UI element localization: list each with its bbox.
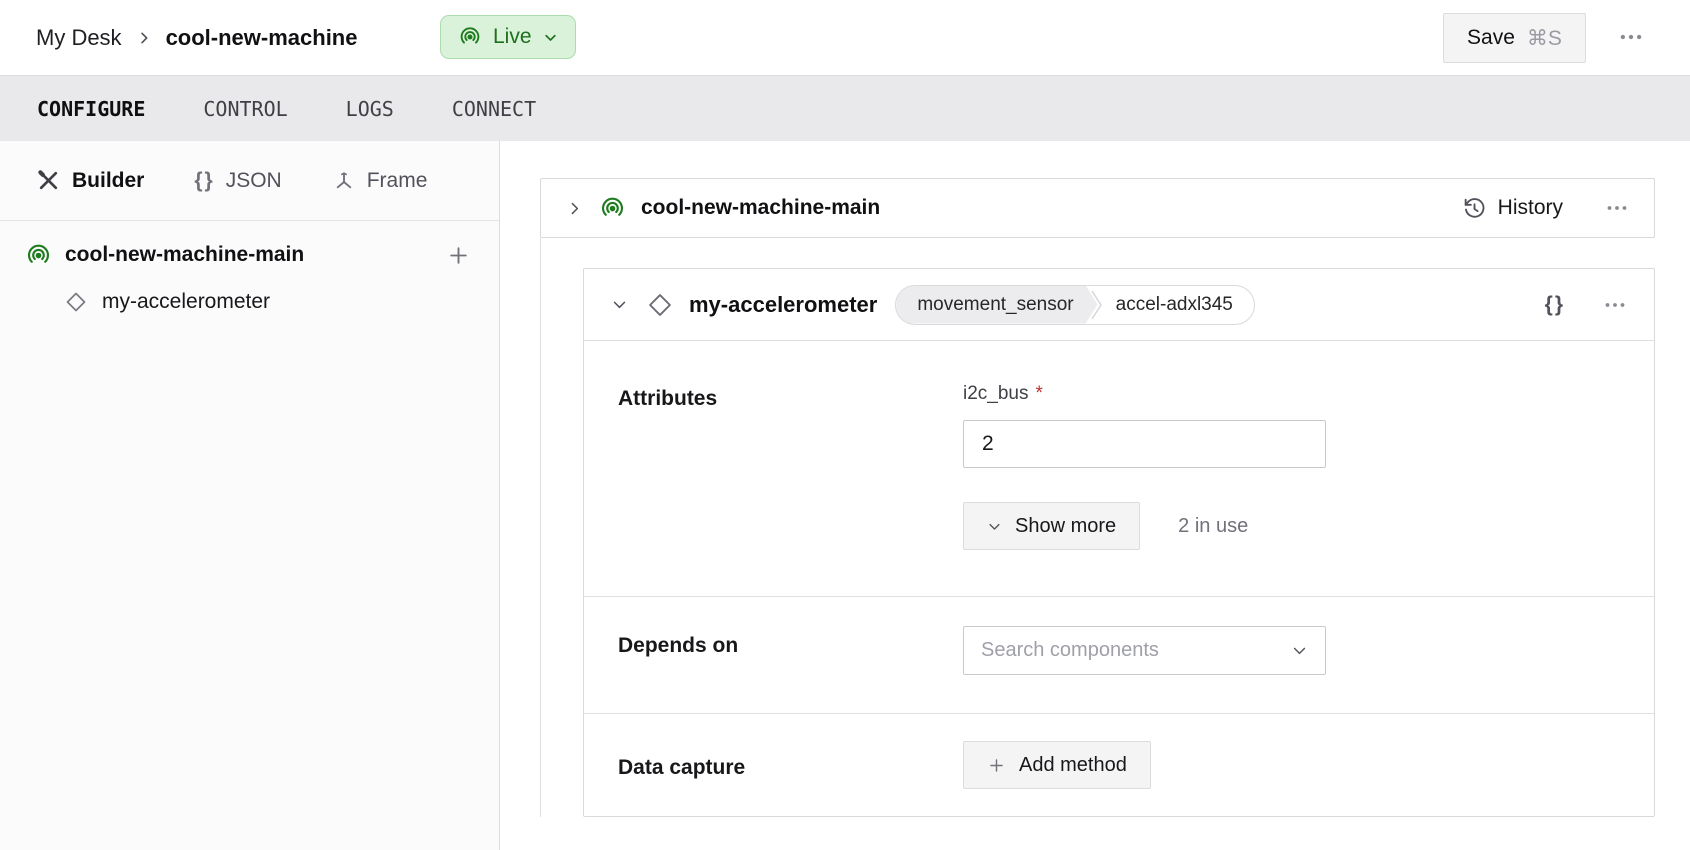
add-method-label: Add method xyxy=(1019,754,1127,777)
viewtab-builder-label: Builder xyxy=(72,169,144,193)
live-status-dropdown[interactable]: Live xyxy=(440,15,576,59)
viewtab-frame-label: Frame xyxy=(367,169,428,193)
viewtab-json-label: JSON xyxy=(226,169,282,193)
depends-on-placeholder: Search components xyxy=(981,639,1159,662)
tab-control[interactable]: CONTROL xyxy=(203,97,287,121)
diamond-icon xyxy=(646,291,674,319)
tree-connector-line xyxy=(540,238,541,817)
show-more-button[interactable]: Show more xyxy=(963,502,1140,550)
component-card: my-accelerometer movement_sensor accel-a… xyxy=(583,268,1655,817)
collapse-chevron-down-icon[interactable] xyxy=(611,296,628,313)
i2c-bus-input[interactable] xyxy=(963,420,1326,468)
badge-model-label: accel-adxl345 xyxy=(1103,294,1254,316)
broadcast-icon xyxy=(599,195,626,222)
tree-item-accelerometer[interactable]: my-accelerometer xyxy=(0,279,499,325)
show-more-label: Show more xyxy=(1015,515,1116,538)
tree-machine-label: cool-new-machine-main xyxy=(65,243,304,267)
tree-accelerometer-label: my-accelerometer xyxy=(102,290,270,314)
breadcrumb-current: cool-new-machine xyxy=(166,25,358,51)
tab-connect[interactable]: CONNECT xyxy=(452,97,536,121)
depends-on-label: Depends on xyxy=(618,597,963,713)
add-method-button[interactable]: Add method xyxy=(963,741,1151,789)
component-type-badge: movement_sensor accel-adxl345 xyxy=(895,285,1255,325)
depends-on-select[interactable]: Search components xyxy=(963,626,1326,675)
machine-card-title: cool-new-machine-main xyxy=(641,196,880,220)
data-capture-label: Data capture xyxy=(618,714,963,816)
chevron-down-icon xyxy=(1291,642,1308,659)
attributes-in-use-count: 2 in use xyxy=(1178,515,1248,538)
frame-axes-icon xyxy=(332,169,356,193)
view-mode-tabs: Builder {} JSON Frame xyxy=(0,141,499,221)
machine-part-card: cool-new-machine-main History xyxy=(540,178,1655,238)
show-more-row: Show more 2 in use xyxy=(963,502,1326,550)
viewtab-json[interactable]: {} JSON xyxy=(194,169,281,193)
machine-card-more-menu[interactable] xyxy=(1605,196,1629,220)
attributes-label: Attributes xyxy=(618,341,963,596)
breadcrumb-separator-icon xyxy=(136,30,152,46)
component-card-header: my-accelerometer movement_sensor accel-a… xyxy=(584,269,1654,341)
i2c-bus-field-label: i2c_bus * xyxy=(963,383,1326,405)
tab-logs[interactable]: LOGS xyxy=(346,97,394,121)
history-icon xyxy=(1462,196,1487,221)
add-component-button[interactable] xyxy=(445,242,471,268)
viewtab-builder[interactable]: Builder xyxy=(36,168,144,193)
component-card-title: my-accelerometer xyxy=(689,292,877,318)
tree-item-machine[interactable]: cool-new-machine-main xyxy=(0,231,499,279)
breadcrumb-parent[interactable]: My Desk xyxy=(36,25,122,51)
app-root: My Desk cool-new-machine Live Save ⌘S xyxy=(0,0,1690,850)
breadcrumb: My Desk cool-new-machine xyxy=(36,25,357,51)
viewtab-frame[interactable]: Frame xyxy=(332,169,428,193)
save-button[interactable]: Save ⌘S xyxy=(1443,13,1586,63)
tools-icon xyxy=(36,168,61,193)
diamond-icon xyxy=(64,290,88,314)
live-label: Live xyxy=(493,25,532,49)
component-tree: cool-new-machine-main my-accelerometer xyxy=(0,221,499,325)
attributes-section: Attributes i2c_bus * Show more xyxy=(584,341,1654,596)
expand-chevron-right-icon[interactable] xyxy=(566,200,583,217)
tab-configure[interactable]: CONFIGURE xyxy=(37,97,145,121)
header-more-menu[interactable] xyxy=(1608,22,1654,52)
data-capture-section: Data capture Add method xyxy=(584,713,1654,816)
data-capture-fields: Add method xyxy=(963,714,1151,816)
depends-on-section: Depends on Search components xyxy=(584,596,1654,713)
main-panel: cool-new-machine-main History xyxy=(500,141,1690,850)
history-label: History xyxy=(1498,196,1563,220)
broadcast-icon xyxy=(25,242,52,269)
nav-tabbar: CONFIGURE CONTROL LOGS CONNECT xyxy=(0,75,1690,141)
attributes-fields: i2c_bus * Show more 2 in use xyxy=(963,341,1326,596)
required-marker: * xyxy=(1036,383,1043,405)
badge-type-label: movement_sensor xyxy=(896,286,1097,324)
save-label: Save xyxy=(1467,26,1515,50)
save-shortcut: ⌘S xyxy=(1527,26,1562,51)
chevron-down-icon xyxy=(987,519,1002,534)
history-button[interactable]: History xyxy=(1462,196,1563,221)
edit-json-icon[interactable]: {} xyxy=(1545,293,1565,317)
depends-on-fields: Search components xyxy=(963,597,1326,713)
top-header: My Desk cool-new-machine Live Save ⌘S xyxy=(0,0,1690,75)
braces-icon: {} xyxy=(194,169,214,193)
config-sidebar: Builder {} JSON Frame xyxy=(0,141,500,850)
plus-icon xyxy=(987,756,1006,775)
component-card-more-menu[interactable] xyxy=(1603,293,1627,317)
chevron-down-icon xyxy=(543,30,558,45)
broadcast-icon xyxy=(458,25,482,49)
